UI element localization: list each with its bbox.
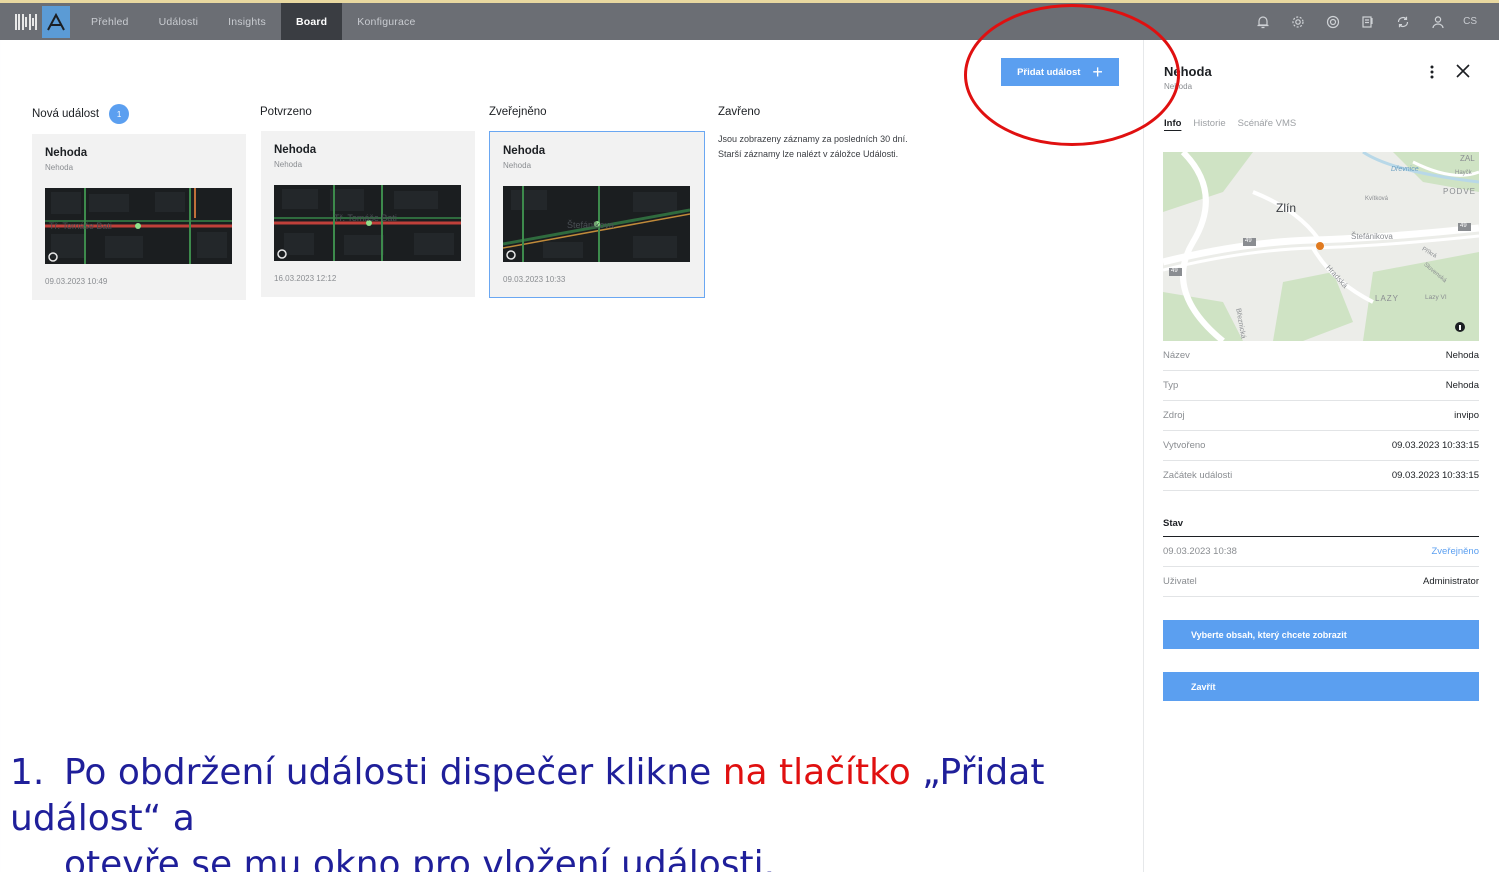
column-header-confirmed: Potvrzeno — [260, 106, 312, 118]
field-value: invipo — [1454, 410, 1479, 421]
field-row-vytvoreno: Vytvořeno 09.03.2023 10:33:15 — [1163, 431, 1479, 461]
tab-scenare-vms[interactable]: Scénáře VMS — [1238, 118, 1297, 129]
close-panel-button[interactable]: Zavřít — [1163, 672, 1479, 701]
status-section-heading: Stav — [1163, 518, 1479, 537]
field-value: Nehoda — [1445, 350, 1479, 361]
nav-item-insights[interactable]: Insights — [213, 3, 281, 40]
map-label: LAZY — [1375, 294, 1400, 303]
map-label: Kvítková — [1365, 196, 1389, 202]
map-label: Štefánikova — [1351, 232, 1393, 241]
map-city-label: Zlín — [1276, 201, 1297, 215]
select-content-button[interactable]: Vyberte obsah, který chcete zobrazit — [1163, 620, 1479, 649]
more-vertical-icon[interactable] — [1426, 62, 1438, 82]
instruction-caption: 1. Po obdržení události dispečer klikne n… — [10, 750, 1138, 872]
bell-icon[interactable] — [1245, 3, 1280, 40]
user-icon[interactable] — [1420, 3, 1455, 40]
column-title: Nová událost — [32, 108, 100, 120]
map-label: Hayčk — [1455, 170, 1472, 176]
closed-column-note: Jsou zobrazeny záznamy za posledních 30 … — [718, 134, 908, 159]
field-label: Vytvořeno — [1163, 440, 1206, 451]
tab-historie[interactable]: Historie — [1193, 118, 1225, 129]
close-icon[interactable] — [1452, 60, 1474, 82]
card-subtitle: Nehoda — [274, 160, 303, 169]
field-label: Uživatel — [1163, 576, 1197, 587]
main-nav: Přehled Události Insights Board Konfigur… — [76, 3, 431, 40]
nav-item-konfigurace[interactable]: Konfigurace — [342, 3, 430, 40]
card-date: 09.03.2023 10:33 — [503, 275, 566, 284]
column-header-closed: Zavřeno — [718, 106, 760, 118]
column-header-new: Nová událost 1 — [32, 104, 130, 124]
map-road-number: 49 — [1245, 238, 1252, 244]
lifebuoy-icon[interactable] — [1315, 3, 1350, 40]
column-title: Zveřejněno — [489, 106, 547, 118]
count-badge: 1 — [109, 104, 130, 124]
event-card-selected[interactable]: Nehoda Nehoda Štefánikova 09.03.2023 10:… — [489, 131, 705, 298]
a-logo-icon[interactable] — [42, 5, 70, 38]
grid-logo-icon[interactable] — [12, 8, 40, 36]
nav-item-prehled[interactable]: Přehled — [76, 3, 144, 40]
field-label: Začátek události — [1163, 470, 1233, 481]
column-header-published: Zveřejněno — [489, 106, 547, 118]
field-row-zdroj: Zdroj invipo — [1163, 401, 1479, 431]
field-label: Zdroj — [1163, 410, 1185, 421]
map-street-label: Štefánikova — [567, 220, 615, 230]
status-row-published: 09.03.2023 10:38 Zveřejněno — [1163, 537, 1479, 567]
top-navigation: Přehled Události Insights Board Konfigur… — [0, 0, 1499, 40]
field-label: Název — [1163, 350, 1190, 361]
map-label: PODVE — [1443, 187, 1477, 196]
sync-icon[interactable] — [1385, 3, 1420, 40]
report-icon[interactable] — [1350, 3, 1385, 40]
gear-icon[interactable] — [1280, 3, 1315, 40]
card-date: 16.03.2023 12:12 — [274, 274, 337, 283]
card-title: Nehoda — [45, 147, 88, 159]
nav-item-board[interactable]: Board — [280, 3, 343, 40]
card-subtitle: Nehoda — [45, 163, 74, 172]
map-road-number: 49 — [1460, 223, 1467, 229]
caption-highlight: na tlačítko — [722, 752, 911, 793]
field-row-zacatek: Začátek události 09.03.2023 10:33:15 — [1163, 461, 1479, 491]
event-card[interactable]: Nehoda Nehoda Tř. Tomáše Bati 09.03.2023… — [32, 134, 246, 300]
field-value: Nehoda — [1445, 380, 1479, 391]
map-label: Dřevnice — [1391, 166, 1419, 173]
event-location-map[interactable]: Zlín Štefánikova Dřevnice Hradská LAZY P… — [1163, 152, 1479, 341]
map-street-label: Tř. Tomáše Bati — [334, 213, 397, 223]
card-map-thumbnail: Štefánikova — [503, 186, 690, 262]
field-value: Administrator — [1423, 576, 1479, 587]
card-title: Nehoda — [274, 144, 317, 156]
field-value: 09.03.2023 10:33:15 — [1391, 470, 1479, 481]
highlight-circle — [964, 4, 1180, 146]
panel-tabs: Info Historie Scénáře VMS — [1164, 118, 1296, 129]
column-title: Potvrzeno — [260, 106, 312, 118]
caption-text: Po obdržení události dispečer klikne — [64, 752, 723, 793]
language-switch[interactable]: CS — [1455, 16, 1489, 27]
field-row-typ: Typ Nehoda — [1163, 371, 1479, 401]
status-row-user: Uživatel Administrator — [1163, 567, 1479, 597]
card-title: Nehoda — [503, 145, 546, 157]
map-street-label: Tř. Tomáše Bati — [49, 221, 112, 231]
card-map-thumbnail: Tř. Tomáše Bati — [45, 188, 232, 264]
map-label: Lazy VI — [1425, 294, 1447, 301]
step-number: 1. — [10, 752, 45, 793]
map-road-number: 49 — [1171, 268, 1178, 274]
field-value: 09.03.2023 10:33:15 — [1391, 440, 1479, 451]
field-row-nazev: Název Nehoda — [1163, 341, 1479, 371]
nav-icon-group: CS — [1245, 3, 1489, 40]
caption-line: 1. Po obdržení události dispečer klikne n… — [10, 750, 1138, 842]
card-date: 09.03.2023 10:49 — [45, 277, 108, 286]
card-map-thumbnail: Tř. Tomáše Bati — [274, 185, 461, 261]
status-value[interactable]: Zveřejněno — [1431, 546, 1479, 557]
field-label: Typ — [1163, 380, 1179, 391]
column-title: Zavřeno — [718, 106, 761, 118]
status-timestamp: 09.03.2023 10:38 — [1163, 546, 1237, 557]
card-subtitle: Nehoda — [503, 161, 532, 170]
event-detail-panel: Nehoda Nehoda Info Historie Scénáře VMS … — [1143, 40, 1499, 872]
tab-info[interactable]: Info — [1164, 118, 1181, 129]
caption-line: otevře se mu okno pro vložení události. — [64, 844, 776, 872]
event-card[interactable]: Nehoda Nehoda Tř. Tomáše Bati 16.03.2023… — [261, 131, 475, 297]
map-label: ZAL — [1460, 154, 1475, 163]
nav-item-udalosti[interactable]: Události — [144, 3, 214, 40]
